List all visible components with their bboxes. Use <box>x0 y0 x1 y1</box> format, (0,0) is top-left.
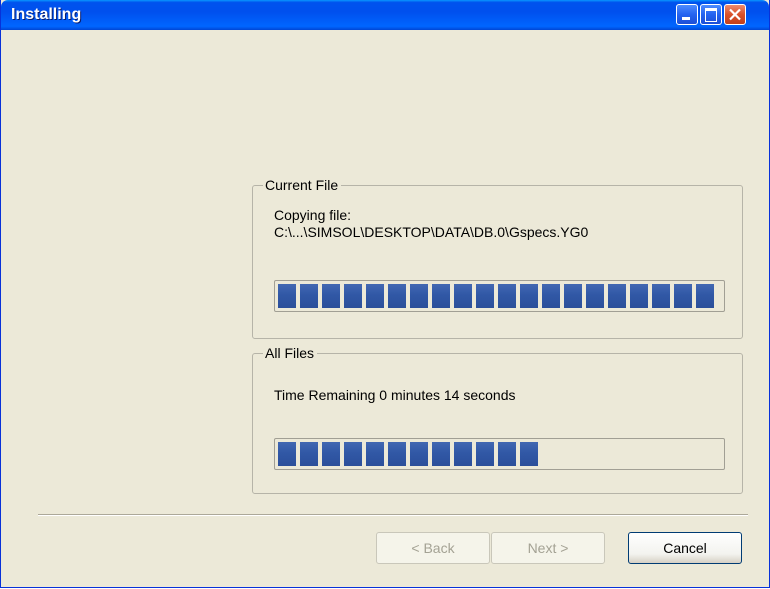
progress-segment <box>388 284 406 308</box>
back-button[interactable]: < Back <box>376 532 490 564</box>
all-files-progress-bar <box>274 438 725 470</box>
progress-segment <box>608 284 626 308</box>
time-remaining-label: Time Remaining 0 minutes 14 seconds <box>274 387 516 403</box>
progress-segment <box>278 284 296 308</box>
progress-segment <box>344 442 362 466</box>
current-file-progress-fill <box>278 284 721 308</box>
progress-segment <box>520 284 538 308</box>
progress-segment <box>432 284 450 308</box>
close-button[interactable] <box>724 4 746 25</box>
progress-segment <box>498 284 516 308</box>
progress-segment <box>454 284 472 308</box>
current-file-path: C:\...\SIMSOL\DESKTOP\DATA\DB.0\Gspecs.Y… <box>274 224 589 240</box>
progress-segment <box>476 284 494 308</box>
cancel-button[interactable]: Cancel <box>628 532 742 564</box>
progress-segment <box>696 284 714 308</box>
progress-segment <box>432 442 450 466</box>
progress-segment <box>630 284 648 308</box>
close-icon <box>729 8 741 21</box>
progress-segment <box>366 442 384 466</box>
progress-segment <box>366 284 384 308</box>
all-files-group-label: All Files <box>263 345 318 362</box>
progress-segment <box>476 442 494 466</box>
progress-segment <box>322 442 340 466</box>
progress-segment <box>300 442 318 466</box>
progress-segment <box>410 284 428 308</box>
progress-segment <box>564 284 582 308</box>
progress-segment <box>586 284 604 308</box>
progress-segment <box>498 442 516 466</box>
progress-segment <box>344 284 362 308</box>
current-file-progress-bar <box>274 280 725 312</box>
window-title: Installing <box>11 6 82 23</box>
progress-segment <box>652 284 670 308</box>
progress-segment <box>454 442 472 466</box>
minimize-button[interactable] <box>676 4 698 25</box>
copying-status-label: Copying file: <box>274 207 352 223</box>
installer-window: Installing Current File Copying file: C:… <box>0 0 770 588</box>
next-button[interactable]: Next > <box>491 532 605 564</box>
all-files-group: All Files <box>252 345 743 494</box>
progress-segment <box>674 284 692 308</box>
maximize-button[interactable] <box>700 4 722 25</box>
progress-segment <box>278 442 296 466</box>
all-files-progress-fill <box>278 442 721 466</box>
progress-segment <box>542 284 560 308</box>
progress-segment <box>520 442 538 466</box>
title-bar[interactable]: Installing <box>1 0 769 30</box>
progress-segment <box>410 442 428 466</box>
progress-segment <box>300 284 318 308</box>
progress-segment <box>322 284 340 308</box>
current-file-group-label: Current File <box>263 177 342 194</box>
progress-segment <box>388 442 406 466</box>
button-separator <box>38 514 748 516</box>
